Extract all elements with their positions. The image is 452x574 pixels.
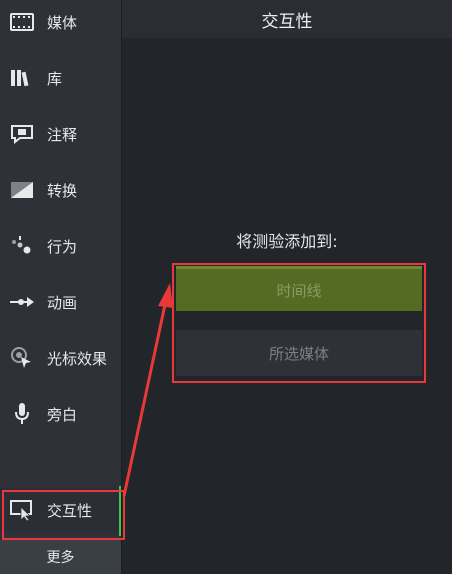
annotation-arrow [122, 283, 173, 497]
